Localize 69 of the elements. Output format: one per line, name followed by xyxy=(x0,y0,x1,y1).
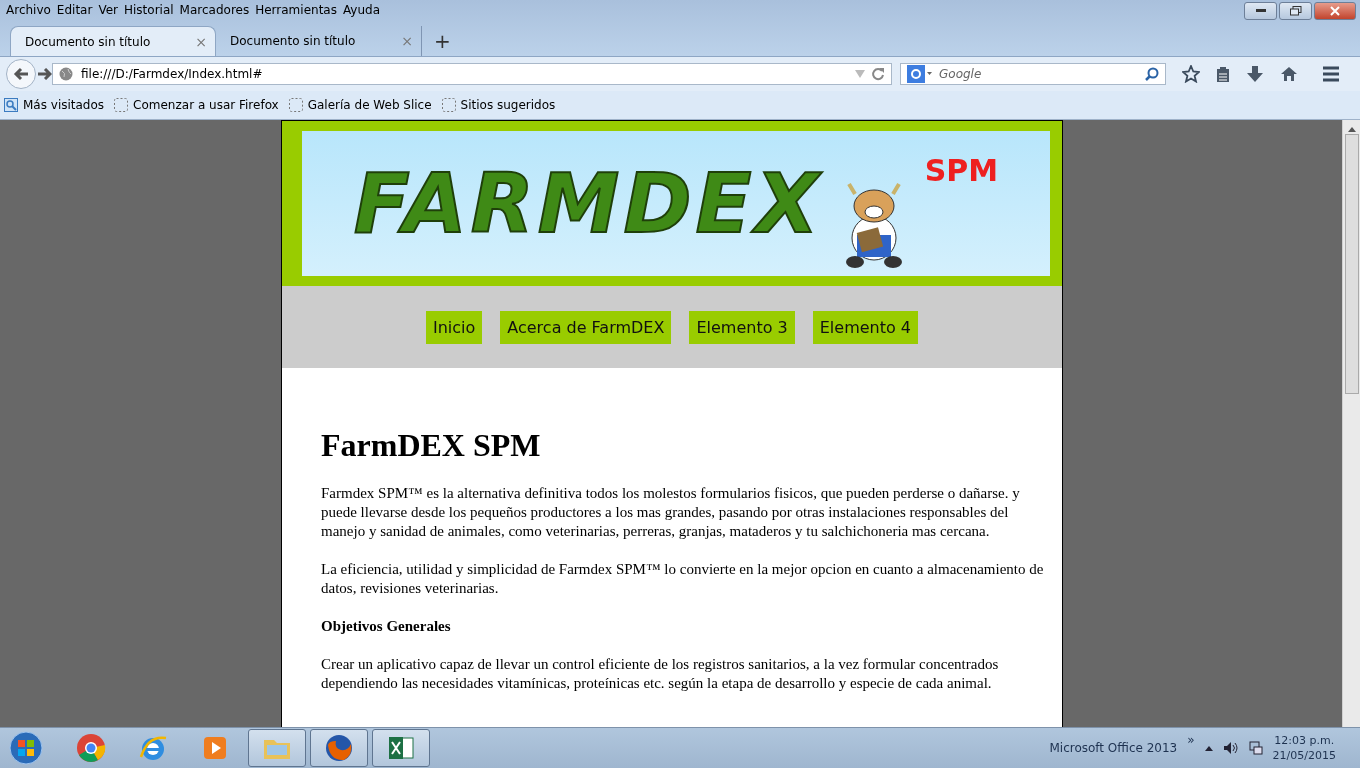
menu-item[interactable]: Editar xyxy=(53,3,96,17)
tray-label[interactable]: Microsoft Office 2013 xyxy=(1049,741,1178,755)
speaker-icon[interactable] xyxy=(1222,741,1239,755)
bookmark-link[interactable]: Sitios sugeridos xyxy=(441,98,558,112)
nav-link[interactable]: Elemento 4 xyxy=(812,310,919,344)
new-tab-button[interactable]: + xyxy=(422,29,463,56)
paragraph: Farmdex SPM™ es la alternativa definitiva todos los molestos formularios fisicos, que pueden perderse o dañarse. y puede llevarse desde los pequeños productores a los mas grandes, pasando por otras instalaciones responsables del manejo y sanidad de animales, como veterinarias, perreras, granjas, mataderos y tu salchichoneria mas cercana. xyxy=(321,484,1021,541)
back-button[interactable] xyxy=(6,59,36,89)
bookmark-link[interactable]: Comenzar a usar Firefox xyxy=(114,98,281,112)
forward-icon[interactable] xyxy=(38,68,52,80)
minimize-icon[interactable] xyxy=(1255,9,1266,13)
clock[interactable]: 12:03 p.m. 21/05/2015 xyxy=(1272,733,1336,763)
address-field[interactable]: file:///D:/Farmdex/Index.html# xyxy=(52,63,892,85)
close-icon[interactable] xyxy=(1330,6,1340,16)
search-field[interactable]: Google xyxy=(900,63,1166,85)
nav-link[interactable]: Acerca de FarmDEX xyxy=(500,310,672,344)
page-heading: FarmDEX SPM xyxy=(321,426,542,464)
restore-icon[interactable] xyxy=(1289,6,1302,16)
taskbar-app-button[interactable] xyxy=(248,729,306,767)
taskbar-app-button[interactable] xyxy=(372,729,430,767)
menu-item[interactable]: Marcadores xyxy=(176,3,253,17)
dashed-page-icon xyxy=(288,98,303,112)
clipboard-icon[interactable] xyxy=(1216,65,1230,83)
network-icon[interactable] xyxy=(1248,741,1263,755)
spreadsheet-icon xyxy=(387,734,415,762)
bookmark-link[interactable]: Más visitados xyxy=(4,98,107,112)
globe-icon xyxy=(59,67,73,81)
close-button[interactable] xyxy=(1314,2,1356,20)
star-icon[interactable] xyxy=(1182,65,1200,83)
browser-tab[interactable]: Documento sin título × xyxy=(216,26,422,56)
menu-item[interactable]: Herramientas xyxy=(252,3,340,17)
dashed-page-icon xyxy=(114,98,129,112)
scrollbar[interactable] xyxy=(1342,120,1360,727)
search-icon[interactable] xyxy=(1145,67,1159,81)
dashed-page-icon xyxy=(441,98,456,112)
menu-item[interactable]: Archivo xyxy=(3,3,54,17)
browser-tab[interactable]: Documento sin título × xyxy=(10,26,216,56)
round-browser-icon xyxy=(76,733,106,763)
menu-item[interactable]: Ver xyxy=(95,3,121,17)
restore-button[interactable] xyxy=(1279,2,1312,20)
section-heading: Objetivos Generales xyxy=(321,617,452,636)
fox-globe-icon xyxy=(324,733,354,763)
address-input[interactable]: file:///D:/Farmdex/Index.html# xyxy=(79,66,849,82)
menu-item[interactable]: Ayuda xyxy=(339,3,384,17)
download-icon[interactable] xyxy=(1246,65,1264,83)
search-engine-icon[interactable] xyxy=(907,65,933,83)
bookmark-link[interactable]: Galería de Web Slice xyxy=(288,98,434,112)
play-icon xyxy=(201,734,229,762)
up-caret-icon[interactable] xyxy=(1204,745,1213,751)
home-icon[interactable] xyxy=(1280,66,1298,82)
letter-e-icon xyxy=(138,733,168,763)
logo-text: FARMDEX xyxy=(353,156,823,251)
taskbar-app-button[interactable] xyxy=(310,729,368,767)
menu-icon[interactable] xyxy=(1322,66,1340,82)
start-button[interactable] xyxy=(6,730,46,766)
scroll-up-icon[interactable] xyxy=(1347,126,1356,132)
bookmark-folder-icon xyxy=(4,98,18,112)
minimize-button[interactable] xyxy=(1244,2,1277,20)
paragraph: Crear un aplicativo capaz de llevar un control eficiente de los registros sanitarios, a la vez formular concentrados dependiendo las necesidades vitamínicas, proteínicas etc. según la etapa de desarrollo y especie de cada animal. xyxy=(321,655,1000,693)
search-input[interactable]: Google xyxy=(937,66,1141,82)
menu-item[interactable]: Historial xyxy=(121,3,177,17)
nav-link[interactable]: Elemento 3 xyxy=(689,310,795,344)
back-arrow-icon[interactable] xyxy=(13,67,29,81)
nav-link[interactable]: Inicio xyxy=(425,310,483,344)
paragraph: La eficiencia, utilidad y simplicidad de Farmdex SPM™ lo convierte en la mejor opcion en cuanto a almacenamiento de datos, revisiones veterinarias. xyxy=(321,560,1045,598)
reload-icon[interactable] xyxy=(871,67,885,81)
tray-expand-button[interactable]: » xyxy=(1187,733,1195,747)
badge-text: SPM xyxy=(924,153,999,188)
close-tab-icon[interactable]: × xyxy=(195,33,207,50)
